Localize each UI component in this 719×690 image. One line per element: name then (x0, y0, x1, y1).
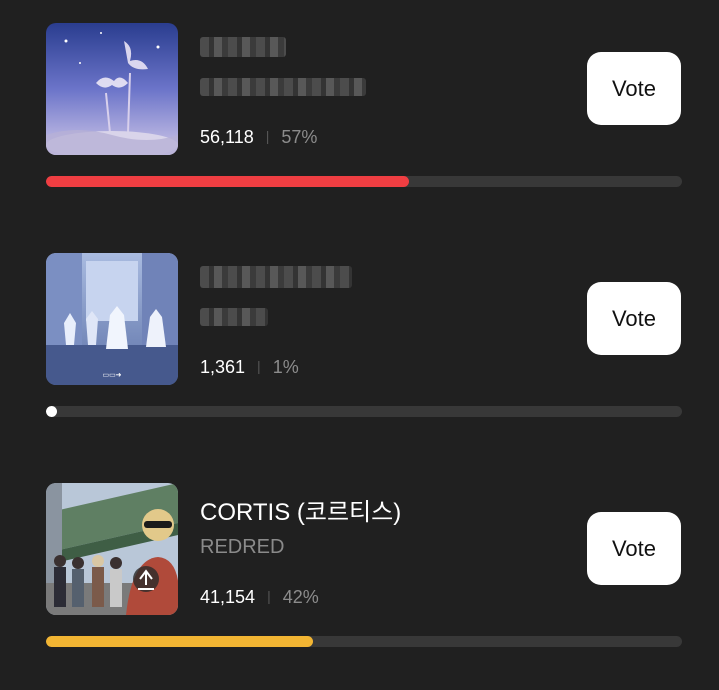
group-photo-image (46, 483, 178, 615)
stats-divider: | (265, 128, 270, 144)
redacted-album-name (200, 78, 366, 96)
redacted-artist-name (200, 37, 286, 57)
vote-stats: 41,154 | 42% (200, 585, 319, 610)
vote-entry-2: ▭▭➜ 1,361 | 1% Vote (0, 230, 719, 460)
fantasy-artwork-image (46, 23, 178, 155)
vote-stats: 1,361 | 1% (200, 355, 299, 380)
album-name: REDRED (200, 536, 285, 558)
vote-count: 1,361 (200, 357, 246, 377)
redacted-album-name (200, 308, 268, 326)
vote-button[interactable]: Vote (587, 282, 681, 355)
vote-progress-bar (46, 406, 682, 417)
vote-percentage: 57% (281, 127, 318, 147)
vote-progress-fill (46, 176, 409, 187)
redacted-artist-name (200, 266, 352, 288)
vote-progress-fill (46, 406, 57, 417)
vote-progress-fill (46, 636, 313, 647)
vote-entry-1: 56,118 | 57% Vote (0, 0, 719, 230)
vote-progress-bar (46, 176, 682, 187)
svg-text:▭▭➜: ▭▭➜ (102, 372, 121, 379)
vote-percentage: 1% (272, 357, 299, 377)
vote-percentage: 42% (282, 587, 319, 607)
vote-stats: 56,118 | 57% (200, 125, 317, 150)
artist-name: CORTIS (코르티스) (200, 499, 402, 526)
vote-entry-3: CORTIS (코르티스) REDRED 41,154 | 42% Vote (0, 460, 719, 690)
vote-count: 41,154 (200, 587, 256, 607)
vote-button[interactable]: Vote (587, 52, 681, 125)
stats-divider: | (267, 588, 271, 604)
album-cover-image[interactable] (46, 23, 178, 155)
album-cover-image[interactable]: ▭▭➜ (46, 253, 178, 385)
vote-count: 56,118 (200, 127, 254, 147)
vote-progress-bar (46, 636, 682, 647)
stats-divider: | (257, 358, 261, 374)
vote-button[interactable]: Vote (587, 512, 681, 585)
street-dancers-image: ▭▭➜ (46, 253, 178, 385)
album-cover-image[interactable] (46, 483, 178, 615)
